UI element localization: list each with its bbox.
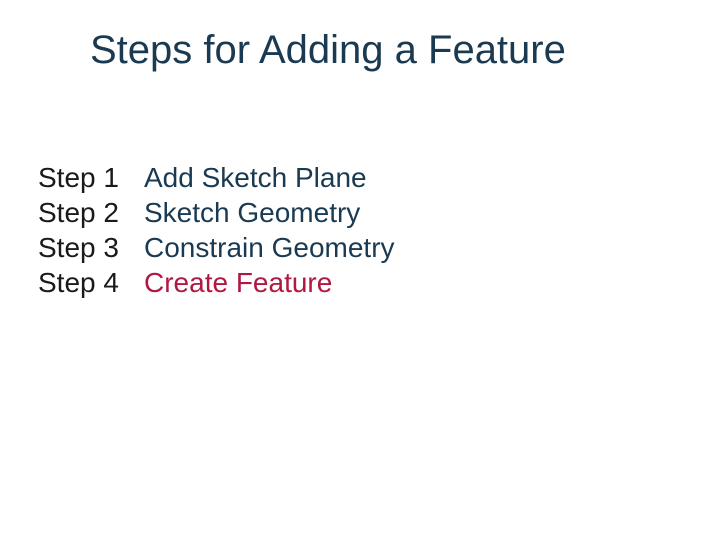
page-title: Steps for Adding a Feature: [90, 28, 566, 73]
list-item: Step 2 Sketch Geometry: [38, 195, 395, 230]
step-description: Add Sketch Plane: [144, 160, 367, 195]
list-item: Step 4 Create Feature: [38, 265, 395, 300]
step-label: Step 1: [38, 160, 144, 195]
steps-list: Step 1 Add Sketch Plane Step 2 Sketch Ge…: [38, 160, 395, 300]
step-description: Create Feature: [144, 265, 332, 300]
step-label: Step 2: [38, 195, 144, 230]
step-label: Step 3: [38, 230, 144, 265]
step-description: Sketch Geometry: [144, 195, 360, 230]
step-description: Constrain Geometry: [144, 230, 395, 265]
list-item: Step 1 Add Sketch Plane: [38, 160, 395, 195]
list-item: Step 3 Constrain Geometry: [38, 230, 395, 265]
step-label: Step 4: [38, 265, 144, 300]
